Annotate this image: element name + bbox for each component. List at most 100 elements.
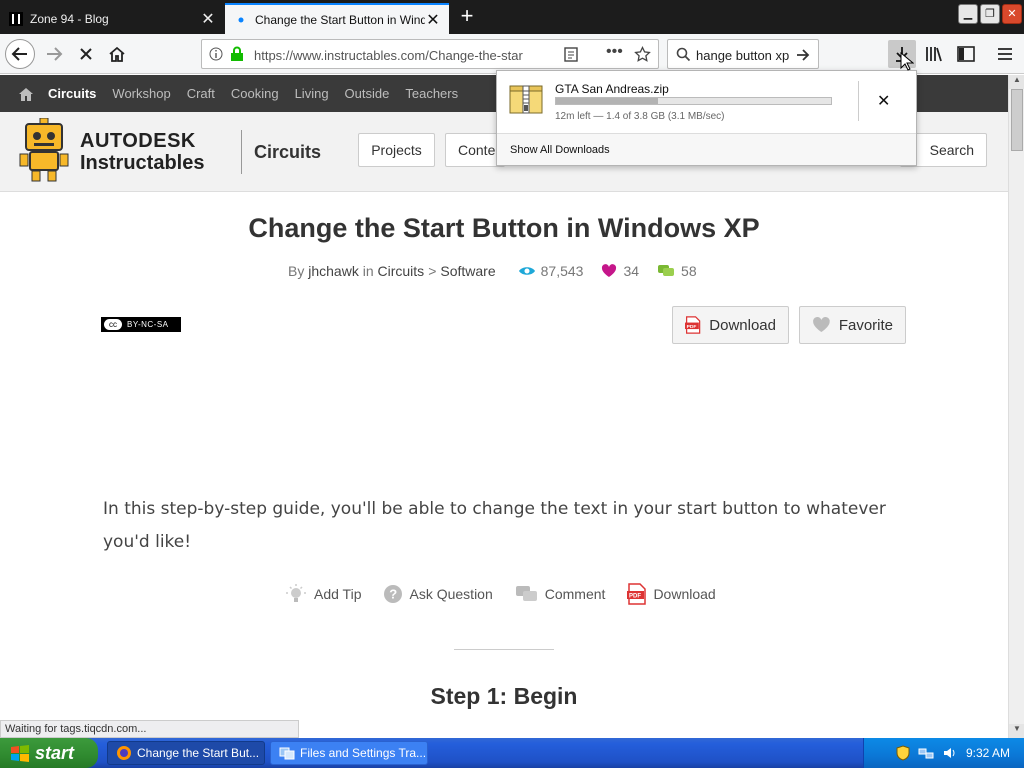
page-scrollbar[interactable]: ▲ ▼	[1008, 75, 1024, 738]
favorite-button[interactable]: Favorite	[799, 306, 906, 344]
bookmark-star-icon[interactable]	[634, 46, 651, 63]
tab-title: Zone 94 - Blog	[30, 11, 109, 26]
secure-lock-icon[interactable]	[230, 46, 244, 62]
svg-text:?: ?	[390, 587, 398, 602]
download-action[interactable]: PDF Download	[627, 583, 716, 605]
windows-taskbar: start Change the Start But... Files and …	[0, 738, 1024, 768]
ask-question-label: Ask Question	[409, 586, 493, 602]
page-actions-icon[interactable]: •••	[606, 43, 623, 61]
back-arrow-icon[interactable]	[5, 39, 35, 69]
tab-close-icon[interactable]: ✕	[200, 9, 216, 29]
ask-question-action[interactable]: ? Ask Question	[383, 584, 493, 604]
scroll-up-arrow-icon[interactable]: ▲	[1009, 75, 1024, 89]
projects-button[interactable]: Projects	[358, 133, 435, 167]
by-label: By	[288, 263, 305, 279]
section-divider	[454, 649, 554, 650]
info-icon[interactable]	[209, 47, 223, 61]
window-controls: ▁ ❐ ✕	[958, 4, 1022, 24]
add-tip-action[interactable]: Add Tip	[284, 583, 361, 605]
show-all-downloads-label: Show All Downloads	[510, 144, 610, 156]
mouse-cursor-icon	[900, 52, 914, 71]
start-button[interactable]: start	[0, 738, 98, 768]
breadcrumb-separator: >	[428, 263, 437, 279]
download-progress-fill	[556, 98, 658, 104]
scrollbar-thumb[interactable]	[1011, 89, 1023, 151]
status-bar: Waiting for tags.tiqcdn.com...	[0, 720, 299, 738]
pdf-icon: PDF	[685, 316, 701, 334]
loading-dot-icon	[233, 12, 249, 28]
instructables-robot-logo-icon[interactable]	[18, 118, 70, 182]
brand-autodesk[interactable]: AUTODESK	[80, 130, 196, 153]
url-text: https://www.instructables.com/Change-the…	[254, 48, 523, 63]
favorites-count: 34	[623, 263, 640, 279]
forward-arrow-icon[interactable]	[39, 39, 69, 69]
show-all-downloads-button[interactable]: Show All Downloads	[497, 133, 916, 165]
home-icon[interactable]	[102, 39, 132, 69]
taskbar-files-settings-task[interactable]: Files and Settings Tra...	[270, 741, 428, 765]
network-icon[interactable]	[918, 746, 934, 760]
tab-close-icon[interactable]: ✕	[425, 10, 441, 30]
download-progress-bar	[555, 97, 832, 105]
channel-title[interactable]: Circuits	[254, 142, 321, 163]
projects-label: Projects	[371, 142, 422, 158]
taskbar-task-label: Change the Start But...	[137, 746, 260, 760]
author-link[interactable]: jhchawk	[308, 263, 359, 279]
nav-cooking[interactable]: Cooking	[231, 86, 279, 101]
restore-icon[interactable]: ❐	[980, 4, 1000, 24]
firefox-icon	[117, 746, 131, 760]
status-text: Waiting for tags.tiqcdn.com...	[5, 723, 147, 735]
page-content: Circuits Workshop Craft Cooking Living O…	[0, 75, 1008, 738]
brand-instructables[interactable]: Instructables	[80, 152, 204, 175]
nav-teachers[interactable]: Teachers	[405, 86, 458, 101]
license-badge[interactable]: cc BY-NC-SA	[101, 317, 181, 332]
favorite-heart-icon	[813, 316, 830, 333]
search-bar[interactable]: hange button xp	[667, 39, 819, 69]
minimize-icon[interactable]: ▁	[958, 4, 978, 24]
new-tab-plus-icon[interactable]: +	[455, 5, 479, 29]
download-pdf-button[interactable]: PDF Download	[672, 306, 789, 344]
reader-view-icon[interactable]	[564, 47, 578, 62]
nav-workshop[interactable]: Workshop	[112, 86, 170, 101]
cancel-download-icon[interactable]: ✕	[877, 91, 890, 111]
comment-action[interactable]: Comment	[515, 584, 605, 604]
tab-strip: Zone 94 - Blog ✕ Change the Start Button…	[0, 0, 1024, 34]
category-link[interactable]: Circuits	[378, 263, 425, 279]
favorite-label: Favorite	[838, 316, 893, 334]
download-filename[interactable]: GTA San Andreas.zip	[555, 82, 669, 96]
taskbar-firefox-task[interactable]: Change the Start But...	[107, 741, 265, 765]
comments-bubble-icon	[658, 265, 675, 276]
volume-icon[interactable]	[942, 745, 958, 761]
start-label: start	[35, 742, 75, 763]
pdf-icon: PDF	[627, 583, 647, 605]
license-text: BY-NC-SA	[127, 320, 169, 329]
subcategory-link[interactable]: Software	[440, 263, 495, 279]
stop-loading-icon[interactable]	[71, 39, 101, 69]
zip-archive-icon	[509, 85, 543, 114]
scroll-down-arrow-icon[interactable]: ▼	[1009, 724, 1024, 738]
cc-logo-icon: cc	[104, 319, 122, 330]
search-icon	[676, 47, 691, 62]
nav-circuits[interactable]: Circuits	[48, 86, 96, 101]
address-bar[interactable]: https://www.instructables.com/Change-the…	[201, 39, 659, 69]
site-home-icon[interactable]	[18, 87, 34, 101]
download-action-label: Download	[653, 586, 716, 602]
search-go-arrow-icon[interactable]	[795, 47, 811, 63]
library-icon[interactable]	[920, 40, 948, 68]
download-label: Download	[709, 316, 776, 334]
header-divider	[241, 130, 242, 174]
security-shield-icon[interactable]	[896, 745, 910, 761]
navigation-toolbar: https://www.instructables.com/Change-the…	[0, 34, 1024, 74]
tab-change-start-button[interactable]: Change the Start Button in Windo ✕	[225, 3, 449, 34]
sidebar-icon[interactable]	[952, 40, 980, 68]
in-label: in	[362, 263, 374, 279]
nav-craft[interactable]: Craft	[187, 86, 215, 101]
window-close-icon[interactable]: ✕	[1002, 4, 1022, 24]
download-divider	[858, 81, 859, 121]
add-tip-label: Add Tip	[314, 586, 362, 602]
tab-zone94-blog[interactable]: Zone 94 - Blog ✕	[0, 3, 224, 34]
clock[interactable]: 9:32 AM	[966, 746, 1010, 760]
nav-outside[interactable]: Outside	[345, 86, 390, 101]
contests-label: Conte	[458, 142, 496, 158]
hamburger-menu-icon[interactable]	[991, 40, 1019, 68]
nav-living[interactable]: Living	[295, 86, 329, 101]
